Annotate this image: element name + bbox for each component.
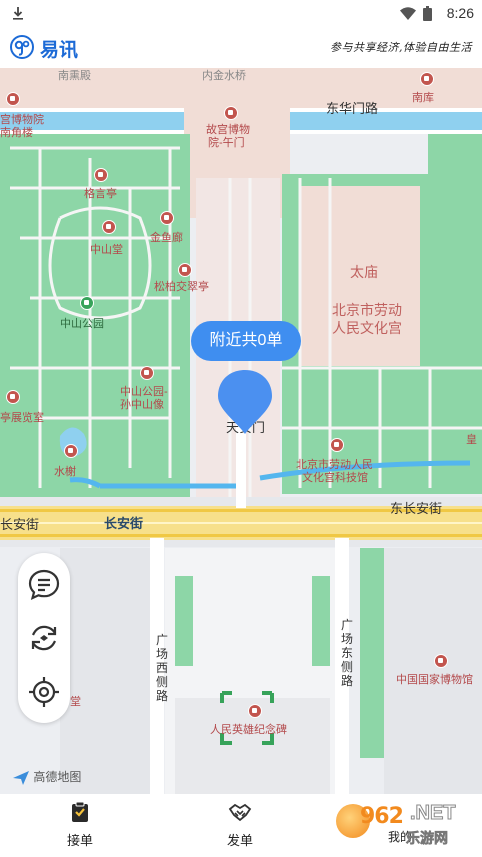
- nav-label: 发单: [226, 833, 253, 848]
- poi-icon: [6, 390, 20, 404]
- road-label: 广场东侧路: [340, 618, 353, 688]
- map-label: 中山公园: [60, 318, 104, 330]
- amap-logo-icon: [13, 770, 29, 785]
- message-button[interactable]: [27, 567, 61, 601]
- road-label: 广场西侧路: [155, 633, 168, 703]
- map-label: 孙中山像: [120, 399, 164, 411]
- refresh-location-icon: [31, 625, 57, 651]
- poi-icon: [102, 220, 116, 234]
- map-label: 文化宫科技馆: [302, 472, 368, 484]
- map-label: 中国国家博物馆: [396, 674, 473, 686]
- map-label: 南角楼: [0, 127, 33, 139]
- road-label: 长安街: [0, 517, 40, 532]
- map-label: 中山堂: [90, 244, 123, 256]
- poi-icon: [160, 211, 174, 225]
- map-label: 格言亭: [84, 188, 117, 200]
- locate-icon: [29, 677, 59, 707]
- map-label: 北京市劳动: [332, 302, 402, 318]
- map-view[interactable]: 南熏殿 内金水桥 南库 宫博物院 南角楼 东华门路 故宫博物 院-午门 格言亭 …: [0, 68, 482, 794]
- app-name: 易讯: [40, 40, 79, 61]
- map-label: 松柏交翠亭: [154, 281, 209, 293]
- bottom-nav: 接单 发单 我的 962 .NET 乐游网: [0, 794, 482, 857]
- nav-label: 接单: [66, 833, 93, 848]
- poi-icon: [434, 654, 448, 668]
- map-label: 皇: [466, 434, 477, 446]
- poi-icon: [224, 106, 238, 120]
- handshake-icon: [228, 803, 252, 822]
- message-icon: [28, 569, 60, 600]
- watermark-num: 962: [360, 804, 404, 829]
- app-logo-icon: [10, 35, 34, 59]
- refresh-button[interactable]: [27, 621, 61, 655]
- map-attribution: 高德地图: [12, 768, 81, 786]
- road-label: 长安街: [104, 516, 144, 531]
- map-label: 故宫博物: [206, 124, 250, 136]
- status-time: 8:26: [446, 5, 474, 21]
- poi-icon: [420, 72, 434, 86]
- map-label: 太庙: [350, 264, 378, 280]
- poi-icon: [64, 444, 78, 458]
- road-label: 东华门路: [326, 101, 379, 116]
- nav-receive-order[interactable]: 接单: [40, 800, 120, 849]
- map-label: 宫博物院: [0, 114, 44, 126]
- attribution-text: 高德地图: [33, 770, 82, 784]
- status-bar: 8:26: [0, 0, 482, 28]
- watermark: 我的 962 .NET 乐游网: [336, 798, 476, 848]
- map-label: 南熏殿: [58, 70, 91, 82]
- poi-icon: [6, 92, 20, 106]
- watermark-sub: 乐游网: [406, 830, 449, 847]
- map-tools-panel: [18, 553, 70, 723]
- app-header: 易讯 参与共享经济,体验自由生活: [0, 28, 482, 68]
- map-label: 人民文化宫: [332, 320, 402, 336]
- nav-send-order[interactable]: 发单: [200, 800, 280, 849]
- download-icon: [13, 7, 23, 20]
- poi-icon: [140, 366, 154, 380]
- watermark-net: .NET: [410, 802, 457, 825]
- wifi-icon: [400, 7, 416, 20]
- map-label: 院-午门: [208, 137, 245, 149]
- map-label: 堂: [70, 696, 81, 708]
- nearby-orders-bubble[interactable]: 附近共0单: [191, 321, 301, 361]
- battery-icon: [423, 6, 432, 21]
- map-label: 中山公园-: [120, 386, 168, 398]
- map-label: 水榭: [54, 466, 76, 478]
- poi-icon: [178, 263, 192, 277]
- poi-icon: [330, 438, 344, 452]
- clipboard-icon: [72, 801, 88, 822]
- road-label: 东长安街: [390, 501, 443, 516]
- map-label: 北京市劳动人民: [296, 459, 373, 471]
- map-label: 内金水桥: [202, 70, 246, 82]
- location-pin-icon[interactable]: [215, 366, 275, 436]
- header-slogan: 参与共享经济,体验自由生活: [330, 41, 472, 54]
- app-screen: 8:26 易讯 参与共享经济,体验自由生活 南熏殿 内金水桥 南库 宫博物院 南…: [0, 0, 482, 857]
- park-icon: [80, 296, 94, 310]
- locate-button[interactable]: [27, 675, 61, 709]
- map-label: 金鱼廊: [150, 232, 183, 244]
- poi-icon: [248, 704, 262, 718]
- map-label: 南库: [412, 92, 434, 104]
- map-label: 亭展览室: [0, 412, 44, 424]
- map-label: 人民英雄纪念碑: [210, 724, 287, 736]
- poi-icon: [94, 168, 108, 182]
